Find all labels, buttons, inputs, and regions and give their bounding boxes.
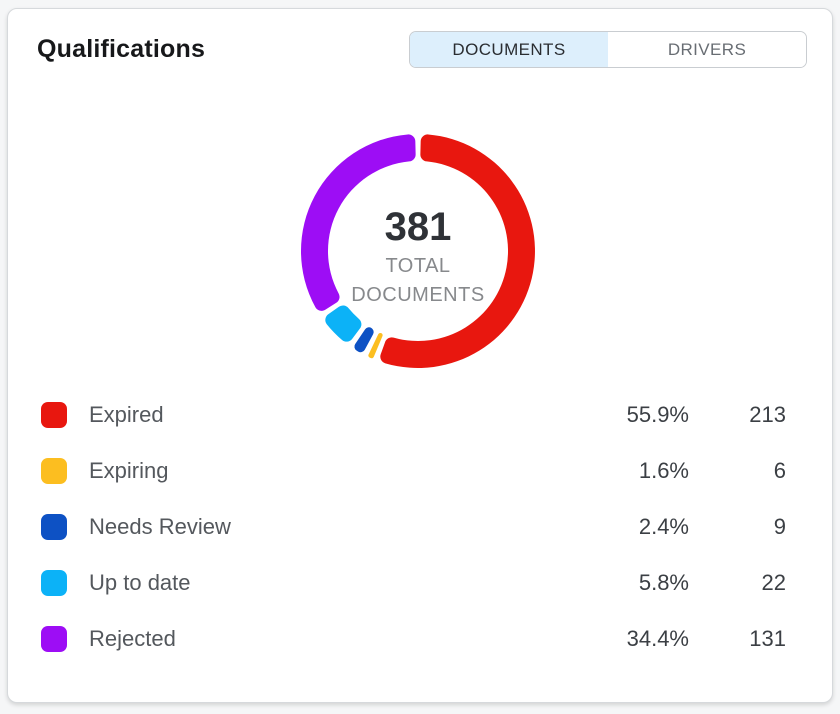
donut-segment-expired[interactable] [380, 134, 535, 368]
page-title: Qualifications [37, 35, 205, 64]
tab-drivers[interactable]: DRIVERS [608, 32, 806, 67]
legend-swatch-expiring [41, 458, 67, 484]
legend-label: Rejected [89, 626, 569, 652]
legend-percent: 1.6% [569, 458, 689, 484]
legend-label: Expiring [89, 458, 569, 484]
legend-percent: 55.9% [569, 402, 689, 428]
tab-documents[interactable]: DOCUMENTS [410, 32, 608, 67]
legend-row-rejected: Rejected34.4%131 [41, 611, 786, 667]
legend-swatch-expired [41, 402, 67, 428]
legend-row-expired: Expired55.9%213 [41, 387, 786, 443]
donut-svg [268, 101, 568, 401]
donut-segment-up-to-date[interactable] [325, 305, 361, 341]
legend-swatch-rejected [41, 626, 67, 652]
card-header: Qualifications DOCUMENTS DRIVERS [8, 9, 832, 68]
legend-percent: 5.8% [569, 570, 689, 596]
legend-percent: 2.4% [569, 514, 689, 540]
qualifications-card: Qualifications DOCUMENTS DRIVERS 381 TOT… [7, 8, 833, 703]
legend-count: 6 [689, 458, 786, 484]
legend-label: Expired [89, 402, 569, 428]
legend-row-expiring: Expiring1.6%6 [41, 443, 786, 499]
legend-row-needs-review: Needs Review2.4%9 [41, 499, 786, 555]
legend-row-up-to-date: Up to date5.8%22 [41, 555, 786, 611]
legend-count: 131 [689, 626, 786, 652]
legend-count: 213 [689, 402, 786, 428]
legend-swatch-needs-review [41, 514, 67, 540]
legend-label: Needs Review [89, 514, 569, 540]
legend: Expired55.9%213Expiring1.6%6Needs Review… [41, 387, 786, 667]
legend-label: Up to date [89, 570, 569, 596]
donut-segment-rejected[interactable] [301, 134, 416, 310]
legend-swatch-up-to-date [41, 570, 67, 596]
legend-percent: 34.4% [569, 626, 689, 652]
legend-count: 9 [689, 514, 786, 540]
legend-count: 22 [689, 570, 786, 596]
donut-chart: 381 TOTAL DOCUMENTS [268, 101, 568, 401]
tab-group: DOCUMENTS DRIVERS [409, 31, 807, 68]
